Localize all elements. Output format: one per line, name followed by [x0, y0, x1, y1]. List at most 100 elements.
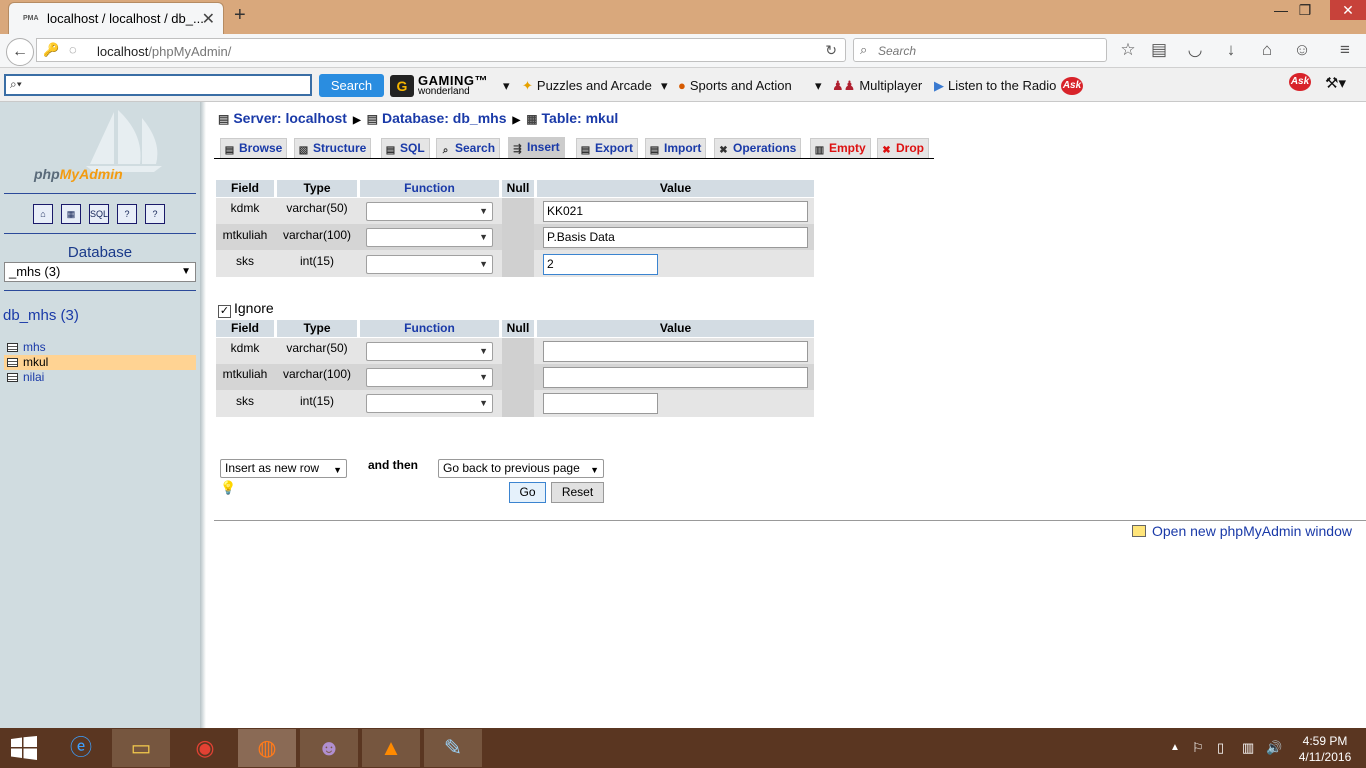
maximize-icon[interactable]: ❐ — [1290, 2, 1320, 19]
downloads-icon[interactable]: ↓ — [1219, 40, 1243, 60]
back-button[interactable]: ← — [6, 38, 34, 66]
chevron-down-icon: ▼ — [479, 398, 488, 408]
paint-icon[interactable]: ✎ — [424, 729, 482, 767]
reload-icon[interactable]: ↻ — [825, 42, 837, 59]
null-column — [502, 338, 534, 417]
tab-browse[interactable]: ▤ Browse — [220, 138, 288, 158]
puzzle-icon: ✦ — [522, 78, 533, 93]
home-icon[interactable]: ⌂ — [1255, 40, 1279, 60]
toolbar-multiplayer[interactable]: ♟♟ Multiplayer — [832, 78, 922, 94]
value-input-mtkuliah[interactable]: P.Basis Data — [543, 227, 808, 248]
browser-search-input[interactable]: ⌕ Search — [853, 38, 1107, 62]
phpmyadmin-logo[interactable]: phpMyAdmin — [34, 166, 123, 182]
file-explorer-icon[interactable]: ▭ — [112, 729, 170, 767]
home-icon[interactable]: ⌂ — [33, 204, 53, 224]
function-select[interactable]: ▼ — [366, 394, 493, 413]
function-select[interactable]: ▼ — [366, 228, 493, 247]
hello-icon[interactable]: ☺ — [1290, 40, 1314, 60]
site-info-icon[interactable]: ◌ — [69, 42, 77, 57]
sidebar-table-nilai[interactable]: nilai — [4, 370, 196, 385]
battery-icon[interactable]: ▯ — [1217, 740, 1224, 756]
tab-import[interactable]: ▤ Import — [645, 138, 707, 158]
tray-expand-icon[interactable]: ▲ — [1170, 742, 1180, 753]
browser-tab[interactable]: PMA localhost / localhost / db_... ✕ — [8, 2, 224, 34]
play-icon: ▶ — [934, 78, 944, 93]
col-function: Function — [360, 180, 499, 197]
puzzles-dropdown-icon[interactable]: ▾ — [661, 78, 668, 94]
tab-operations[interactable]: ✖ Operations — [714, 138, 802, 158]
yahoo-messenger-icon[interactable]: ☻ — [300, 729, 358, 767]
gaming-dropdown-icon[interactable]: ▾ — [503, 78, 510, 94]
vlc-icon[interactable]: ▲ — [362, 729, 420, 767]
function-select[interactable]: ▼ — [366, 368, 493, 387]
help-icon[interactable]: ? — [145, 204, 165, 224]
toolbar-puzzles[interactable]: ✦ Puzzles and Arcade — [522, 78, 652, 94]
tab-sql[interactable]: ▤ SQL — [381, 138, 430, 158]
ignore-checkbox[interactable]: ✓ — [218, 305, 231, 318]
pocket-icon[interactable]: ◡ — [1183, 40, 1207, 60]
url-bar[interactable]: 🔑 ◌ localhost/phpMyAdmin/ ↻ — [36, 38, 846, 62]
breadcrumb-table[interactable]: Table: mkul — [542, 110, 619, 126]
sql-icon: ▤ — [385, 145, 396, 156]
value-input-kdmk-2[interactable] — [543, 341, 808, 362]
new-tab-icon[interactable]: + — [234, 4, 246, 27]
go-button[interactable]: Go — [509, 482, 546, 503]
ask-logo[interactable]: Ask — [1061, 77, 1083, 95]
toolbar-search-button[interactable]: Search — [319, 74, 384, 97]
multiplayer-icon: ♟♟ — [832, 78, 856, 93]
breadcrumb-database[interactable]: Database: db_mhs — [382, 110, 506, 126]
breadcrumb-server[interactable]: Server: localhost — [233, 110, 347, 126]
tab-export[interactable]: ▤ Export — [576, 138, 639, 158]
function-select[interactable]: ▼ — [366, 255, 493, 274]
tab-search[interactable]: ⌕ Search — [436, 138, 501, 158]
value-input-sks-2[interactable] — [543, 393, 658, 414]
tab-drop[interactable]: ✖ Drop — [877, 138, 929, 158]
insert-mode-select[interactable]: Insert as new row ▼ — [220, 459, 347, 478]
tab-empty[interactable]: ▥ Empty — [810, 138, 871, 158]
query-window-icon[interactable]: ▦ — [61, 204, 81, 224]
database-select[interactable]: _mhs (3) ▼ — [4, 262, 196, 282]
value-input-kdmk[interactable]: KK021 — [543, 201, 808, 222]
reading-list-icon[interactable]: ▤ — [1147, 40, 1171, 60]
firefox-icon[interactable]: ◍ — [238, 729, 296, 767]
toolbar-search-input[interactable]: ⌕▾ — [4, 74, 312, 96]
col-null: Null — [502, 320, 534, 337]
chrome-icon[interactable]: ◉ — [176, 729, 234, 767]
reset-button[interactable]: Reset — [551, 482, 604, 503]
toolbar-settings-icon[interactable]: ⚒▾ — [1325, 74, 1346, 92]
ignore-option[interactable]: ✓ Ignore — [218, 300, 274, 318]
tab-insert[interactable]: ⇶ Insert — [508, 137, 565, 158]
tray-network-status-icon[interactable]: ⚐ — [1192, 740, 1204, 756]
windows-start-icon[interactable] — [10, 736, 38, 760]
bookmark-star-icon[interactable]: ☆ — [1116, 40, 1140, 60]
sidebar-table-mkul[interactable]: mkul — [4, 355, 196, 370]
tab-structure[interactable]: ▧ Structure — [294, 138, 372, 158]
open-new-window-link[interactable]: Open new phpMyAdmin window — [1132, 523, 1352, 539]
function-select[interactable]: ▼ — [366, 342, 493, 361]
volume-icon[interactable]: 🔊 — [1266, 740, 1282, 756]
function-select[interactable]: ▼ — [366, 202, 493, 221]
network-icon[interactable]: ▥ — [1242, 740, 1254, 756]
chevron-down-icon: ▼ — [181, 266, 191, 277]
close-tab-icon[interactable]: ✕ — [202, 9, 215, 29]
toolbar-radio[interactable]: ▶ Listen to the Radio — [934, 78, 1056, 94]
key-icon[interactable]: 🔑 — [43, 42, 59, 58]
sidebar-table-mhs[interactable]: mhs — [4, 340, 196, 355]
after-insert-select[interactable]: Go back to previous page ▼ — [438, 459, 604, 478]
value-input-sks[interactable]: 2 — [543, 254, 658, 275]
database-name[interactable]: db_mhs (3) — [3, 307, 79, 324]
chevron-down-icon: ▼ — [333, 465, 342, 475]
sql-icon[interactable]: SQL — [89, 204, 109, 224]
menu-icon[interactable]: ≡ — [1333, 40, 1357, 60]
sports-dropdown-icon[interactable]: ▾ — [815, 78, 822, 94]
ask-menu-logo[interactable]: Ask — [1289, 73, 1311, 91]
window-close-icon[interactable]: ✕ — [1330, 0, 1366, 20]
value-input-mtkuliah-2[interactable] — [543, 367, 808, 388]
gaming-wonderland-logo[interactable]: G GAMING™ wonderland — [390, 73, 498, 98]
internet-explorer-icon[interactable]: ⓔ — [52, 729, 110, 767]
sidebar-shadow — [200, 102, 206, 728]
docs-icon[interactable]: ? — [117, 204, 137, 224]
favicon: PMA — [23, 15, 39, 22]
clock[interactable]: 4:59 PM 4/11/2016 — [1290, 733, 1360, 765]
toolbar-sports[interactable]: ● Sports and Action — [678, 78, 792, 93]
